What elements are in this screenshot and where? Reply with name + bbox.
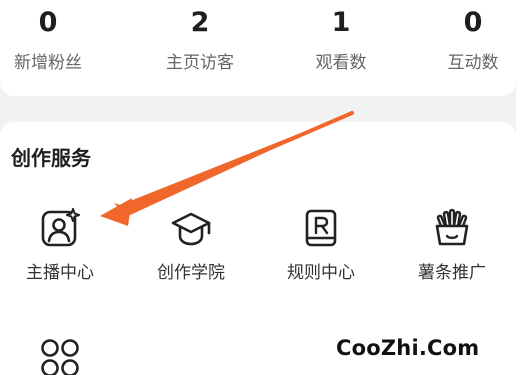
stat-interactions[interactable]: 0 互动数 bbox=[413, 0, 516, 96]
stat-visitors[interactable]: 2 主页访客 bbox=[140, 0, 260, 96]
stat-value: 0 bbox=[463, 7, 483, 38]
anchor-center-icon bbox=[41, 208, 80, 247]
graduation-cap-icon bbox=[171, 212, 211, 246]
service-label: 主播中心 bbox=[26, 263, 94, 283]
rule-book-icon bbox=[305, 209, 337, 247]
section-title: 创作服务 bbox=[11, 146, 91, 170]
stat-value: 0 bbox=[38, 7, 58, 38]
service-rules-center[interactable]: 规则中心 bbox=[266, 208, 376, 288]
grid-apps-icon[interactable] bbox=[40, 338, 80, 375]
page: 0 新增粉丝 2 主页访客 1 观看数 0 互动数 创作服务 主播中心 创作学院… bbox=[0, 0, 516, 375]
stat-views[interactable]: 1 观看数 bbox=[281, 0, 401, 96]
stat-label: 主页访客 bbox=[166, 53, 234, 73]
stat-value: 2 bbox=[190, 7, 210, 38]
service-label: 创作学院 bbox=[157, 263, 225, 283]
stat-new-fans[interactable]: 0 新增粉丝 bbox=[0, 0, 108, 96]
stat-label: 新增粉丝 bbox=[14, 53, 82, 73]
stat-value: 1 bbox=[331, 7, 351, 38]
fries-icon bbox=[435, 208, 469, 246]
service-label: 规则中心 bbox=[287, 263, 355, 283]
stat-label: 互动数 bbox=[447, 53, 499, 73]
stat-label: 观看数 bbox=[315, 53, 367, 73]
watermark: CooZhi.Com bbox=[336, 336, 480, 360]
service-creation-academy[interactable]: 创作学院 bbox=[136, 208, 246, 288]
service-anchor-center[interactable]: 主播中心 bbox=[5, 208, 115, 288]
stats-card: 0 新增粉丝 2 主页访客 1 观看数 0 互动数 bbox=[0, 0, 516, 96]
service-fries-promotion[interactable]: 薯条推广 bbox=[397, 208, 507, 288]
service-label: 薯条推广 bbox=[418, 263, 486, 283]
